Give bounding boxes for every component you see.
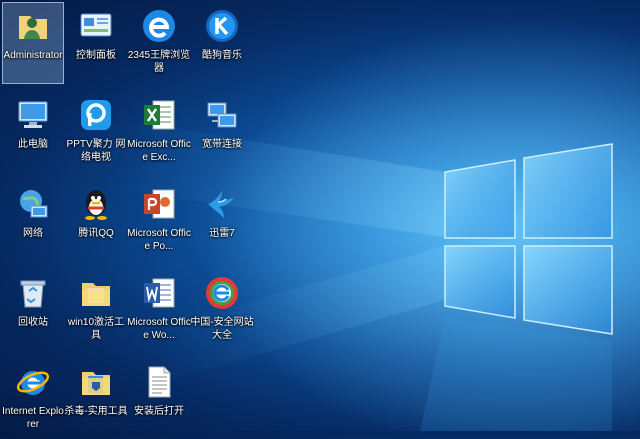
desktop-icon-label: 安装后打开 xyxy=(134,406,184,417)
desktop-icon-internet-explorer[interactable]: Internet Explorer xyxy=(2,359,64,439)
desktop-icon-excel[interactable]: Microsoft Office Exc... xyxy=(127,92,191,172)
qq-icon xyxy=(76,184,116,224)
recycle-bin-icon xyxy=(13,273,53,313)
desktop-icon-network[interactable]: 网络 xyxy=(3,181,63,261)
ie-green-icon xyxy=(202,273,242,313)
folder-icon xyxy=(76,362,116,402)
desktop-icon-this-pc[interactable]: 此电脑 xyxy=(3,92,63,172)
kugou-music-icon xyxy=(202,6,242,46)
desktop-icon-label: Microsoft Office Wo... xyxy=(127,317,191,341)
desktop-icon-label: 网络 xyxy=(23,228,43,239)
desktop-icon-safe-sites[interactable]: 中国-安全网站大全 xyxy=(190,270,254,350)
powerpoint-icon xyxy=(139,184,179,224)
computer-icon xyxy=(13,95,53,135)
desktop-icon-broadband[interactable]: 宽带连接 xyxy=(192,92,252,172)
desktop-icon-kugou[interactable]: 酷狗音乐 xyxy=(192,3,252,83)
folder-icon xyxy=(76,273,116,313)
desktop-icon-open-after-install[interactable]: 安装后打开 xyxy=(129,359,189,439)
desktop-icon-control-panel[interactable]: 控制面板 xyxy=(66,3,126,83)
browser-2345-icon xyxy=(139,6,179,46)
desktop-icon-label: 杀毒-实用工具 xyxy=(64,406,128,417)
desktop-icon-word[interactable]: Microsoft Office Wo... xyxy=(127,270,191,350)
desktop-icon-label: 中国-安全网站大全 xyxy=(190,317,254,341)
broadband-icon xyxy=(202,95,242,135)
desktop-icon-label: 宽带连接 xyxy=(202,139,242,150)
desktop-icon-pptv[interactable]: PPTV聚力 网络电视 xyxy=(66,92,126,172)
desktop-icon-administrator[interactable]: Administrator xyxy=(2,2,64,84)
desktop-icon-recycle-bin[interactable]: 回收站 xyxy=(3,270,63,350)
xunlei-icon xyxy=(202,184,242,224)
desktop-icon-powerpoint[interactable]: Microsoft Office Po... xyxy=(127,181,191,261)
desktop-icon-label: Microsoft Office Exc... xyxy=(127,139,191,163)
desktop-icon-label: 迅雷7 xyxy=(209,228,235,239)
excel-icon xyxy=(139,95,179,135)
desktop-icon-2345-browser[interactable]: 2345王牌浏览器 xyxy=(127,3,191,83)
desktop-icon-label: Administrator xyxy=(3,50,63,61)
desktop-icon-label: 控制面板 xyxy=(76,50,116,61)
desktop-icon-qq[interactable]: 腾讯QQ xyxy=(66,181,126,261)
desktop-icon-label: Internet Explorer xyxy=(2,406,64,430)
word-icon xyxy=(139,273,179,313)
control-panel-icon xyxy=(76,6,116,46)
user-folder-icon xyxy=(13,6,53,46)
text-document-icon xyxy=(139,362,179,402)
desktop-icon-label: 酷狗音乐 xyxy=(202,50,242,61)
network-icon xyxy=(13,184,53,224)
desktop-icon-label: 此电脑 xyxy=(18,139,48,150)
desktop-icon-xunlei[interactable]: 迅雷7 xyxy=(192,181,252,261)
desktop-icon-label: Microsoft Office Po... xyxy=(127,228,191,252)
desktop-icon-antivirus-tools[interactable]: 杀毒-实用工具 xyxy=(64,359,128,439)
pptv-icon xyxy=(76,95,116,135)
desktop-icon-label: PPTV聚力 网络电视 xyxy=(66,139,126,163)
desktop-icon-label: 2345王牌浏览器 xyxy=(127,50,191,74)
desktop-icon-grid: Administrator 控制面板 2345王牌浏览器 酷狗音乐 此电脑 PP… xyxy=(0,0,640,431)
desktop-icon-label: 腾讯QQ xyxy=(78,228,114,239)
desktop-icon-label: win10激活工具 xyxy=(67,317,125,341)
desktop-icon-win10-activation[interactable]: win10激活工具 xyxy=(66,270,126,350)
internet-explorer-icon xyxy=(13,362,53,402)
desktop-icon-label: 回收站 xyxy=(18,317,48,328)
